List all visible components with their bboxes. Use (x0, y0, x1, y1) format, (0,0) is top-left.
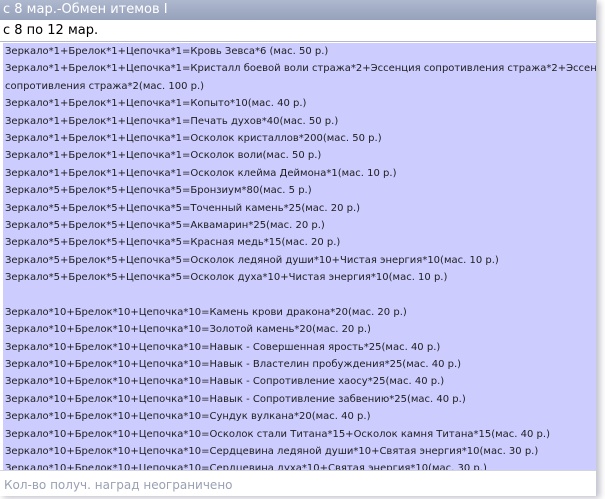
list-item: Зеркало*1+Брелок*1+Цепочка*1=Копыто*10(м… (5, 98, 307, 110)
list-item: Зеркало*10+Брелок*10+Цепочка*10=Камень к… (5, 306, 407, 318)
reward-limit-note: Кол-во получ. наград неограничено (0, 470, 596, 496)
list-item: Зеркало*10+Брелок*10+Цепочка*10=Навык - … (5, 393, 466, 405)
list-item: Зеркало*10+Брелок*10+Цепочка*10=Осколок … (5, 428, 550, 440)
list-item: Зеркало*5+Брелок*5+Цепочка*5=Точенный ка… (5, 202, 361, 214)
list-item: Зеркало*5+Брелок*5+Цепочка*5=Красная мед… (5, 237, 341, 249)
list-item: Зеркало*10+Брелок*10+Цепочка*10=Сундук в… (5, 411, 371, 423)
list-item: Зеркало*10+Брелок*10+Цепочка*10=Сердцеви… (5, 463, 487, 470)
list-item: Зеркало*5+Брелок*5+Цепочка*5=Осколок дух… (5, 272, 448, 284)
list-item: Зеркало*1+Брелок*1+Цепочка*1=Осколок вол… (5, 150, 322, 162)
list-item: Зеркало*10+Брелок*10+Цепочка*10=Навык - … (5, 359, 462, 371)
list-item: Зеркало*5+Брелок*5+Цепочка*5=Бронзиум*80… (5, 185, 312, 197)
list-item: Зеркало*1+Брелок*1+Цепочка*1=Осколок кле… (5, 167, 397, 179)
list-item: Зеркало*10+Брелок*10+Цепочка*10=Навык - … (5, 341, 441, 353)
list-item: Зеркало*10+Брелок*10+Цепочка*10=Сердцеви… (5, 445, 539, 457)
list-item: Зеркало*5+Брелок*5+Цепочка*5=Осколок лед… (5, 254, 499, 266)
date-range-label: с 8 по 12 мар. (0, 20, 596, 42)
list-item: сопротивления стража*2(мас. 100 р.) (5, 80, 205, 92)
list-item: Зеркало*1+Брелок*1+Цепочка*1=Кристалл бо… (5, 63, 596, 75)
list-item: Зеркало*1+Брелок*1+Цепочка*1=Осколок кри… (5, 132, 382, 144)
list-item: Зеркало*10+Брелок*10+Цепочка*10=Золотой … (5, 324, 371, 336)
list-item: Зеркало*10+Брелок*10+Цепочка*10=Навык - … (5, 376, 445, 388)
list-item: Зеркало*1+Брелок*1+Цепочка*1=Кровь Зевса… (5, 46, 329, 57)
list-item: Зеркало*5+Брелок*5+Цепочка*5=Аквамарин*2… (5, 219, 325, 231)
list-item: Зеркало*1+Брелок*1+Цепочка*1=Печать духо… (5, 115, 339, 127)
window-title: с 8 мар.-Обмен итемов I (0, 0, 596, 20)
event-window: с 8 мар.-Обмен итемов I с 8 по 12 мар. З… (0, 0, 597, 496)
exchange-list[interactable]: Зеркало*1+Брелок*1+Цепочка*1=Кровь Зевса… (3, 43, 596, 470)
